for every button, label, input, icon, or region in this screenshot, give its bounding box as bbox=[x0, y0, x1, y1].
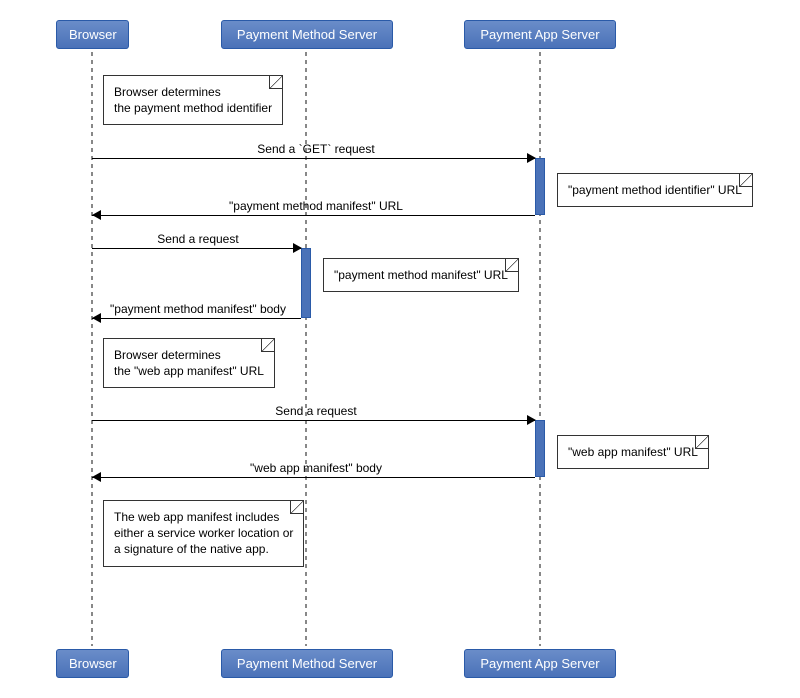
lifeline-pas bbox=[539, 52, 541, 646]
label: Payment App Server bbox=[480, 656, 599, 671]
participant-pms-bottom: Payment Method Server bbox=[221, 649, 393, 678]
note-text: "web app manifest" URL bbox=[568, 445, 698, 459]
message-send-request-2: Send a request bbox=[275, 404, 356, 418]
arrow-icon bbox=[527, 415, 536, 425]
note-identifier-url: "payment method identifier" URL bbox=[557, 173, 753, 207]
note-text: "payment method identifier" URL bbox=[568, 183, 742, 197]
participant-browser-top: Browser bbox=[56, 20, 129, 49]
message-line bbox=[92, 420, 535, 421]
note-line: the "web app manifest" URL bbox=[114, 363, 264, 379]
participant-browser-bottom: Browser bbox=[56, 649, 129, 678]
arrow-icon bbox=[293, 243, 302, 253]
message-get-request: Send a `GET` request bbox=[257, 142, 374, 156]
arrow-icon bbox=[92, 210, 101, 220]
activation-pas-1 bbox=[535, 158, 545, 215]
note-determine-webapp: Browser determines the "web app manifest… bbox=[103, 338, 275, 388]
lifeline-browser bbox=[91, 52, 93, 646]
arrow-icon bbox=[92, 313, 101, 323]
message-manifest-url: "payment method manifest" URL bbox=[229, 199, 403, 213]
note-line: either a service worker location or bbox=[114, 525, 293, 541]
message-send-request-1: Send a request bbox=[157, 232, 238, 246]
label: Browser bbox=[69, 656, 117, 671]
label: Payment Method Server bbox=[237, 656, 377, 671]
message-line bbox=[92, 215, 535, 216]
note-determine-identifier: Browser determines the payment method id… bbox=[103, 75, 283, 125]
note-webapp-url: "web app manifest" URL bbox=[557, 435, 709, 469]
sequence-diagram: Browser Payment Method Server Payment Ap… bbox=[0, 0, 800, 698]
participant-pms-top: Payment Method Server bbox=[221, 20, 393, 49]
arrow-icon bbox=[92, 472, 101, 482]
message-line bbox=[92, 158, 535, 159]
message-manifest-body: "payment method manifest" body bbox=[110, 302, 286, 316]
note-manifest-url: "payment method manifest" URL bbox=[323, 258, 519, 292]
note-line: Browser determines bbox=[114, 347, 264, 363]
note-line: The web app manifest includes bbox=[114, 509, 293, 525]
label: Payment Method Server bbox=[237, 27, 377, 42]
activation-pms-1 bbox=[301, 248, 311, 318]
label: Browser bbox=[69, 27, 117, 42]
participant-pas-top: Payment App Server bbox=[464, 20, 616, 49]
note-webapp-includes: The web app manifest includes either a s… bbox=[103, 500, 304, 567]
message-line bbox=[92, 477, 535, 478]
note-text: "payment method manifest" URL bbox=[334, 268, 508, 282]
label: Payment App Server bbox=[480, 27, 599, 42]
note-line: the payment method identifier bbox=[114, 100, 272, 116]
participant-pas-bottom: Payment App Server bbox=[464, 649, 616, 678]
activation-pas-2 bbox=[535, 420, 545, 477]
message-line bbox=[92, 248, 301, 249]
message-webapp-body: "web app manifest" body bbox=[250, 461, 382, 475]
arrow-icon bbox=[527, 153, 536, 163]
note-line: a signature of the native app. bbox=[114, 541, 293, 557]
note-line: Browser determines bbox=[114, 84, 272, 100]
message-line bbox=[92, 318, 301, 319]
